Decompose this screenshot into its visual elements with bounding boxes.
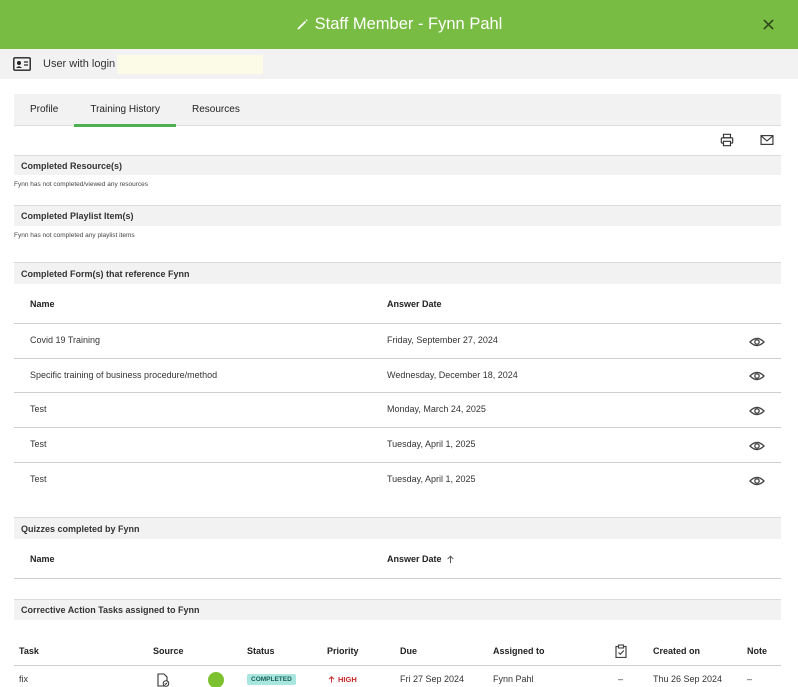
- form-source-icon[interactable]: [156, 673, 170, 687]
- divider: [14, 427, 781, 428]
- view-form-button[interactable]: [749, 474, 765, 486]
- form-row-date: Wednesday, December 18, 2024: [387, 370, 518, 380]
- form-row-name: Test: [30, 404, 47, 414]
- task-assigned: Fynn Pahl: [493, 674, 534, 684]
- tasks-col-status[interactable]: Status: [247, 646, 275, 656]
- divider: [14, 358, 781, 359]
- print-icon: [720, 133, 734, 147]
- section-title: Completed Resource(s): [21, 160, 123, 171]
- eye-icon: [749, 476, 765, 486]
- clipboard-check-icon: [615, 644, 627, 658]
- close-icon: [762, 18, 774, 30]
- priority-indicator: HIGH: [328, 675, 357, 684]
- playlist-empty-note: Fynn has not completed any playlist item…: [14, 232, 135, 239]
- tab-profile[interactable]: Profile: [14, 94, 74, 126]
- tasks-col-source[interactable]: Source: [153, 646, 184, 656]
- tasks-col-priority[interactable]: Priority: [327, 646, 359, 656]
- section-title: Corrective Action Tasks assigned to Fynn: [21, 605, 200, 615]
- sort-ascending-icon: [446, 554, 454, 563]
- eye-icon: [749, 371, 765, 381]
- form-row-name: Test: [30, 439, 47, 449]
- quizzes-col-answer-date-label: Answer Date: [387, 554, 442, 564]
- user-login-label: User with login: [43, 58, 116, 70]
- tab-resources[interactable]: Resources: [176, 94, 256, 126]
- form-row-name: Test: [30, 474, 47, 484]
- modal-header: Staff Member - Fynn Pahl: [0, 0, 798, 49]
- task-name: fix: [19, 674, 28, 684]
- divider: [14, 323, 781, 324]
- mail-icon: [760, 135, 774, 145]
- forms-col-answer-date[interactable]: Answer Date: [387, 299, 442, 309]
- divider: [14, 392, 781, 393]
- divider: [14, 665, 781, 666]
- view-form-button[interactable]: [749, 369, 765, 381]
- section-completed-forms: Completed Form(s) that reference Fynn: [14, 262, 781, 284]
- task-checklist: –: [618, 674, 624, 684]
- view-form-button[interactable]: [749, 439, 765, 451]
- tasks-col-task[interactable]: Task: [19, 646, 39, 656]
- eye-icon: [749, 406, 765, 416]
- toolbar: [718, 131, 776, 149]
- modal-title: Staff Member - Fynn Pahl: [314, 15, 503, 33]
- status-badge: COMPLETED: [247, 674, 296, 685]
- forms-col-name[interactable]: Name: [30, 299, 55, 309]
- staff-member-modal: Staff Member - Fynn Pahl User with login…: [0, 0, 798, 687]
- priority-label: HIGH: [338, 675, 357, 684]
- modal-title-wrap: Staff Member - Fynn Pahl: [296, 15, 503, 34]
- user-login-bar: User with login: [0, 49, 798, 79]
- mail-button[interactable]: [758, 131, 776, 149]
- eye-icon: [749, 441, 765, 451]
- section-corrective-tasks: Corrective Action Tasks assigned to Fynn: [14, 599, 781, 620]
- quizzes-col-answer-date[interactable]: Answer Date: [387, 554, 455, 564]
- eye-icon: [749, 337, 765, 347]
- section-quizzes: Quizzes completed by Fynn: [14, 517, 781, 539]
- form-row-name: Specific training of business procedure/…: [30, 370, 218, 380]
- resources-empty-note: Fynn has not completed/viewed any resour…: [14, 181, 149, 188]
- tab-bar: Profile Training History Resources: [14, 94, 781, 127]
- form-row-date: Tuesday, April 1, 2025: [387, 439, 476, 449]
- status-dot: [208, 672, 224, 687]
- close-button[interactable]: [758, 14, 778, 34]
- section-completed-playlist: Completed Playlist Item(s): [14, 205, 781, 226]
- task-created: Thu 26 Sep 2024: [653, 674, 723, 684]
- task-due: Fri 27 Sep 2024: [400, 674, 465, 684]
- view-form-button[interactable]: [749, 335, 765, 347]
- tasks-col-assigned[interactable]: Assigned to: [493, 646, 545, 656]
- divider: [14, 462, 781, 463]
- form-row-date: Monday, March 24, 2025: [387, 404, 486, 414]
- view-form-button[interactable]: [749, 404, 765, 416]
- arrow-up-icon: [328, 676, 335, 683]
- section-title: Completed Form(s) that reference Fynn: [21, 268, 190, 279]
- id-card-icon: [13, 57, 31, 71]
- form-row-name: Covid 19 Training: [30, 335, 101, 345]
- form-row-date: Tuesday, April 1, 2025: [387, 474, 476, 484]
- section-title: Quizzes completed by Fynn: [21, 523, 140, 534]
- tasks-col-note[interactable]: Note: [747, 646, 767, 656]
- print-button[interactable]: [718, 131, 736, 149]
- user-login-value: [117, 54, 264, 74]
- section-title: Completed Playlist Item(s): [21, 211, 134, 221]
- tasks-col-due[interactable]: Due: [400, 646, 417, 656]
- tasks-col-created[interactable]: Created on: [653, 646, 700, 656]
- pencil-icon: [297, 19, 308, 30]
- divider: [14, 578, 781, 579]
- tab-training-history[interactable]: Training History: [74, 94, 176, 127]
- form-row-date: Friday, September 27, 2024: [387, 335, 498, 345]
- section-completed-resources: Completed Resource(s): [14, 155, 781, 175]
- quizzes-col-name[interactable]: Name: [30, 554, 55, 564]
- task-note: –: [747, 674, 753, 684]
